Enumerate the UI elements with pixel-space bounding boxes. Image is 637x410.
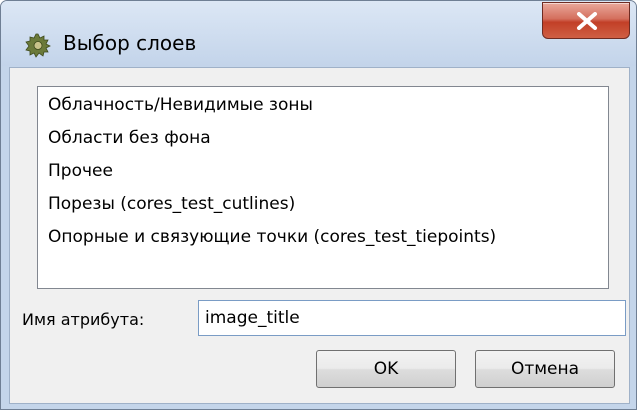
layer-item-tiepoints[interactable]: Опорные и связующие точки (cores_test_ti… bbox=[48, 222, 496, 252]
ok-button[interactable]: OK bbox=[316, 350, 456, 388]
gear-cog-icon bbox=[25, 33, 51, 58]
layer-item-cutlines[interactable]: Порезы (cores_test_cutlines) bbox=[48, 189, 295, 219]
layers-list[interactable]: Облачность/Невидимые зоны Области без фо… bbox=[37, 86, 609, 289]
close-button[interactable] bbox=[542, 2, 630, 39]
close-x-icon bbox=[577, 12, 597, 30]
cancel-button[interactable]: Отмена bbox=[475, 350, 615, 388]
attribute-name-label: Имя атрибута: bbox=[22, 310, 145, 329]
title-bar[interactable]: Выбор слоев bbox=[1, 1, 636, 66]
window-title: Выбор слоев bbox=[63, 31, 197, 55]
layer-item-other[interactable]: Прочее bbox=[48, 156, 113, 186]
attribute-name-input[interactable] bbox=[198, 300, 626, 336]
layer-selection-dialog: Выбор слоев Облачность/Невидимые зоны Об… bbox=[0, 0, 637, 410]
layer-item-no-background[interactable]: Области без фона bbox=[48, 123, 211, 153]
dialog-client-area: Облачность/Невидимые зоны Области без фо… bbox=[9, 67, 630, 404]
layer-item-cloudiness[interactable]: Облачность/Невидимые зоны bbox=[48, 90, 313, 120]
